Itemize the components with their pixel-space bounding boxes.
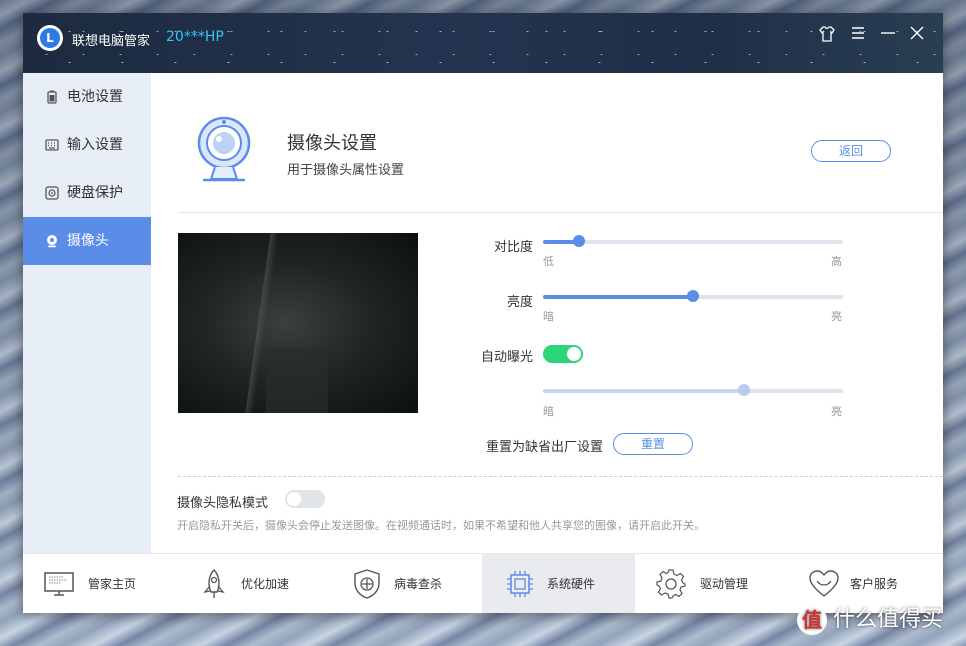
brightness-min-label: 暗: [543, 310, 554, 323]
site-watermark: 值什么值得买: [797, 603, 943, 637]
toggle-knob: [287, 492, 301, 506]
gear-icon: [656, 569, 686, 599]
sidebar-item-label: 摄像头: [67, 233, 109, 249]
close-button[interactable]: [907, 25, 927, 45]
slider-knob[interactable]: [738, 384, 750, 396]
title-bar: L 联想电脑管家 20***HP: [23, 13, 943, 73]
slider-knob[interactable]: [687, 290, 699, 302]
brightness-slider[interactable]: [543, 290, 843, 302]
nav-label: 病毒查杀: [394, 577, 443, 591]
skin-icon: [819, 26, 835, 42]
exposure-slider[interactable]: [543, 384, 843, 396]
privacy-mode-label: 摄像头隐私模式: [177, 496, 269, 511]
contrast-label: 对比度: [493, 240, 533, 255]
nav-label: 系统硬件: [547, 577, 596, 591]
camera-preview: [178, 233, 418, 413]
nav-drivers[interactable]: 驱动管理: [635, 554, 788, 613]
device-name: 20***HP: [166, 29, 224, 45]
sidebar-item-disk-protect[interactable]: 硬盘保护: [23, 169, 151, 217]
watermark-text: 什么值得买: [833, 607, 944, 632]
auto-exposure-label: 自动曝光: [480, 350, 533, 365]
contrast-min-label: 低: [543, 255, 554, 268]
privacy-mode-description: 开启隐私开关后，摄像头会停止发送图像。在视频通话时，如果不希望和他人共享您的图像…: [177, 519, 705, 532]
logo-letter: L: [40, 28, 60, 48]
sidebar-item-battery[interactable]: 电池设置: [23, 73, 151, 121]
toggle-knob: [567, 347, 581, 361]
sidebar-item-input[interactable]: 输入设置: [23, 121, 151, 169]
sidebar-item-camera[interactable]: 摄像头: [23, 217, 151, 265]
reset-button[interactable]: 重置: [613, 433, 693, 455]
heart-icon: [809, 570, 839, 597]
disk-protect-icon: [45, 186, 59, 200]
nav-label: 优化加速: [241, 577, 290, 591]
privacy-mode-toggle[interactable]: [285, 490, 325, 508]
app-title: 联想电脑管家: [72, 34, 151, 49]
nav-antivirus[interactable]: 病毒查杀: [329, 554, 482, 613]
skin-button[interactable]: [817, 25, 837, 45]
exposure-min-label: 暗: [543, 405, 554, 418]
keyboard-icon: [45, 139, 59, 151]
camera-icon: [47, 235, 57, 248]
header-divider: [178, 212, 943, 213]
shield-icon: [354, 569, 380, 599]
slider-knob[interactable]: [573, 235, 585, 247]
app-window: L 联想电脑管家 20***HP 电池设置 输入设置 硬盘保护 摄像头 摄像头设…: [23, 13, 943, 613]
app-logo: L: [37, 25, 63, 51]
nav-label: 驱动管理: [700, 577, 749, 591]
chip-icon: [507, 571, 533, 597]
webcam-illustration-icon: [197, 116, 251, 182]
minimize-icon: [881, 32, 895, 34]
slider-fill: [543, 389, 744, 393]
page-title: 摄像头设置: [287, 133, 377, 154]
sidebar-item-label: 硬盘保护: [67, 185, 123, 201]
nav-label: 管家主页: [88, 577, 137, 591]
starry-background: [23, 13, 943, 73]
back-button[interactable]: 返回: [811, 140, 891, 162]
camera-settings-panel: 摄像头设置 用于摄像头属性设置 返回 对比度 低 高 亮度 暗 亮 自动曝光 暗…: [151, 73, 943, 553]
sidebar-item-label: 电池设置: [67, 89, 123, 105]
slider-fill: [543, 295, 693, 299]
monitor-icon: [44, 572, 74, 596]
sidebar: 电池设置 输入设置 硬盘保护 摄像头: [23, 73, 151, 553]
exposure-max-label: 亮: [831, 405, 842, 418]
nav-home[interactable]: 管家主页: [23, 554, 176, 613]
page-subtitle: 用于摄像头属性设置: [287, 163, 405, 178]
brightness-label: 亮度: [506, 295, 533, 310]
watermark-logo: 值: [797, 605, 827, 635]
nav-optimize[interactable]: 优化加速: [176, 554, 329, 613]
contrast-max-label: 高: [831, 255, 842, 268]
section-divider: [178, 476, 943, 477]
contrast-slider[interactable]: [543, 235, 843, 247]
auto-exposure-toggle[interactable]: [543, 345, 583, 363]
battery-icon: [47, 90, 57, 104]
nav-label: 客户服务: [850, 577, 899, 591]
minimize-button[interactable]: [878, 25, 898, 45]
preview-door-shape: [266, 348, 328, 413]
rocket-icon: [203, 569, 225, 598]
brightness-max-label: 亮: [831, 310, 842, 323]
reset-label: 重置为缺省出厂设置: [485, 440, 603, 455]
menu-button[interactable]: [848, 25, 868, 45]
sidebar-item-label: 输入设置: [67, 137, 123, 153]
close-icon: [910, 26, 924, 40]
nav-hardware[interactable]: 系统硬件: [482, 554, 635, 613]
menu-icon: [852, 27, 864, 39]
